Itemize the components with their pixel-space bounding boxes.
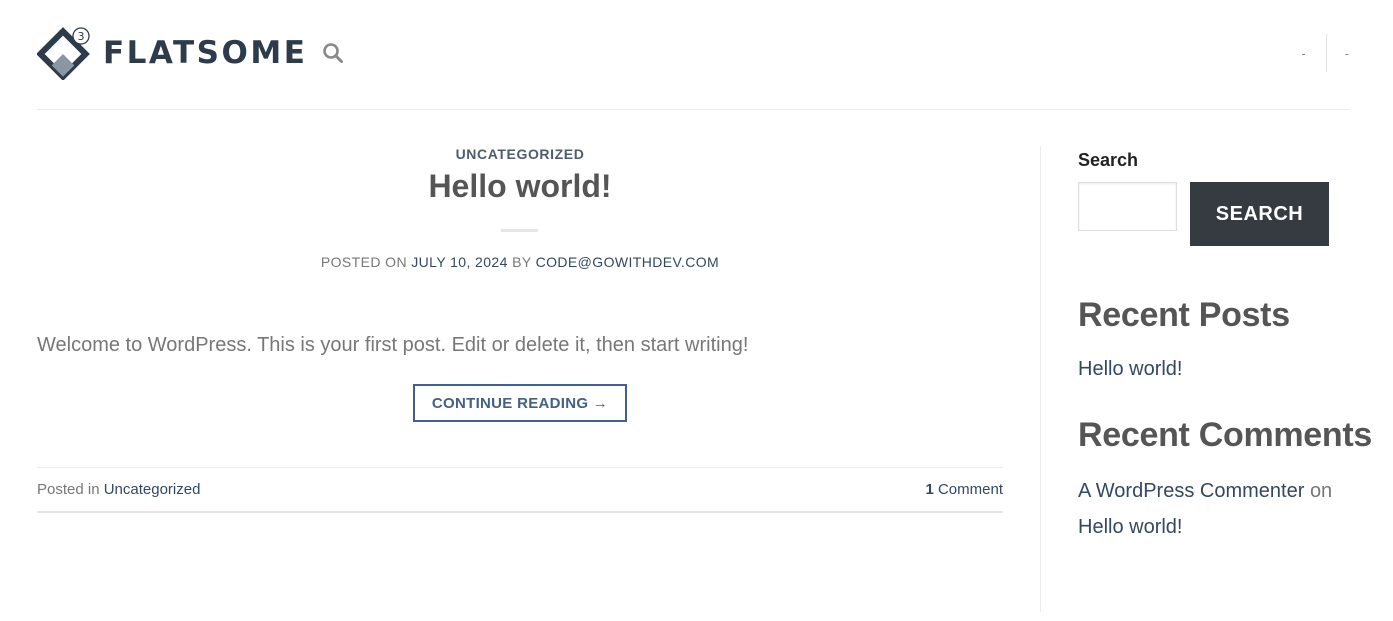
recent-comment-item: A WordPress Commenter on xyxy=(1078,480,1332,503)
post-footer: Posted in Uncategorized 1 Comment xyxy=(37,467,1003,513)
header-search-button[interactable] xyxy=(322,42,344,64)
search-widget-label: Search xyxy=(1078,150,1139,170)
by-label: BY xyxy=(512,254,532,270)
title-divider xyxy=(501,229,538,232)
site-header: 3 FLATSOME - - xyxy=(37,0,1349,110)
nav-divider xyxy=(1325,34,1327,72)
recent-posts-title: Recent Posts xyxy=(1078,296,1290,334)
logo-text: FLATSOME xyxy=(103,35,308,71)
search-input[interactable] xyxy=(1078,182,1177,231)
recent-comments-title: Recent Comments xyxy=(1078,416,1373,454)
comments-link[interactable]: 1 Comment xyxy=(925,481,1003,498)
post-author-link[interactable]: CODE@GOWITHDEV.COM xyxy=(536,254,719,270)
nav-link-2[interactable]: - xyxy=(1345,46,1349,61)
search-icon xyxy=(323,43,343,63)
flatsome-logo-icon: 3 xyxy=(37,27,90,80)
post-date-link[interactable]: JULY 10, 2024 xyxy=(411,254,508,270)
continue-reading-button[interactable]: CONTINUE READING → xyxy=(413,384,627,422)
posted-in-category-link[interactable]: Uncategorized xyxy=(104,481,201,498)
post-category-link[interactable]: UNCATEGORIZED xyxy=(37,146,1003,162)
posted-on-label: POSTED ON xyxy=(320,254,407,270)
post-excerpt: Welcome to WordPress. This is your first… xyxy=(37,334,749,356)
comment-count: 1 xyxy=(925,481,934,498)
site-logo[interactable]: 3 FLATSOME xyxy=(37,25,307,81)
logo-badge-text: 3 xyxy=(78,30,85,43)
recent-post-link[interactable]: Hello world! xyxy=(1078,358,1182,381)
sidebar-divider xyxy=(1040,146,1041,612)
comment-label: Comment xyxy=(937,481,1003,498)
post-meta: POSTED ON JULY 10, 2024 BY CODE@GOWITHDE… xyxy=(37,254,1003,270)
header-nav-right: - - xyxy=(1301,34,1349,72)
nav-link-1[interactable]: - xyxy=(1301,46,1305,61)
comment-on-label: on xyxy=(1309,480,1333,502)
posted-in-label: Posted in xyxy=(37,481,100,498)
comment-post-link[interactable]: Hello world! xyxy=(1078,516,1182,539)
comment-author-link[interactable]: A WordPress Commenter xyxy=(1078,480,1304,502)
post-title[interactable]: Hello world! xyxy=(37,168,1003,205)
posted-in: Posted in Uncategorized xyxy=(37,481,200,498)
search-submit-button[interactable]: SEARCH xyxy=(1190,182,1329,246)
